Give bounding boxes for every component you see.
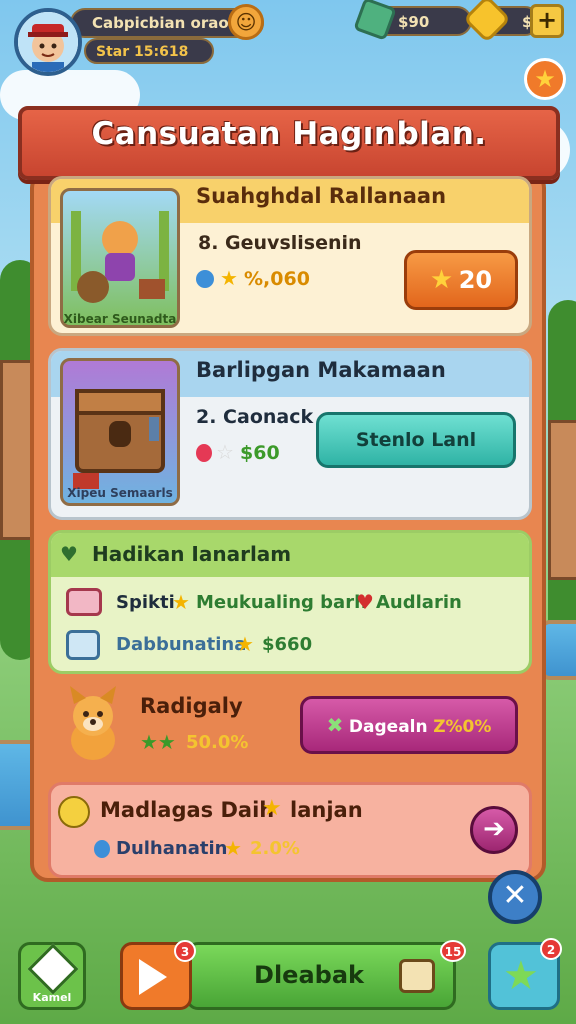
nav-main-label: Dleabak <box>254 961 364 989</box>
heart-drop-icon <box>196 444 212 462</box>
card4-action-button[interactable]: ✖ Dagealn Z%0% <box>300 696 518 754</box>
dog-icon <box>60 684 126 764</box>
card4-value: 50.0% <box>186 732 249 753</box>
dog-character-icon <box>71 211 169 303</box>
card5-value: 2.0% <box>250 838 300 859</box>
card1-reward: %,060 <box>244 268 310 290</box>
thumb-caption-2: Xipeu Semaarls <box>67 486 173 500</box>
star-icon: ★ <box>224 836 242 860</box>
card3-row1-label: Spikti <box>116 592 175 613</box>
heart-icon: ♥ <box>60 542 78 566</box>
card2-button-label: Stenlo Lanl <box>355 429 477 451</box>
smiley-icon <box>58 796 90 828</box>
card2-subtitle: 2. Caonack <box>196 406 314 428</box>
card1-claim-button[interactable]: ★ 20 <box>404 250 518 310</box>
card5-title: Madlagas Daih <box>100 798 275 822</box>
card1-button-label: 20 <box>458 266 493 294</box>
card4-button-label: Dagealn <box>348 717 428 737</box>
thumb-caption-1: Xibear Seunadta <box>63 312 177 326</box>
heart-icon: ♥ <box>356 590 374 614</box>
notification-badge: 15 <box>440 940 466 962</box>
star-clover-icon: ★ <box>503 953 539 999</box>
card2-action-button[interactable]: Stenlo Lanl <box>316 412 516 468</box>
card4-button-value: Z%0% <box>433 717 492 737</box>
bag-icon <box>399 959 435 993</box>
drop-icon <box>94 840 110 858</box>
notification-badge: 2 <box>540 938 562 960</box>
favorites-star-button[interactable]: ★ <box>524 58 566 100</box>
panel-title: Cansuatan Hagınblan. <box>91 116 487 152</box>
stars-icon: ★★ <box>140 730 176 754</box>
card3-title: Hadikan Ianarlam <box>92 542 292 566</box>
star-icon: ★ <box>429 265 454 295</box>
add-currency-button[interactable]: + <box>530 4 564 38</box>
card2-reward: $60 <box>240 442 280 464</box>
hammer-icon: ✖ <box>326 713 344 737</box>
map-icon <box>27 943 79 995</box>
drop-icon <box>196 270 214 288</box>
notification-badge: 3 <box>174 940 196 962</box>
avatar[interactable] <box>14 8 82 76</box>
treasure-chest-icon <box>73 389 165 489</box>
card3-row2-label: Dabbunatina <box>116 634 247 655</box>
card2-title: Barlipgan Makamaan <box>196 358 446 382</box>
nav-home-button[interactable]: Kamel <box>18 942 86 1010</box>
star-icon: ★ <box>262 796 282 821</box>
card3-row1-suffix: Audlarin <box>376 592 462 613</box>
star-icon: ★ <box>172 590 190 614</box>
pot-icon <box>66 588 102 616</box>
avatar-face-icon <box>18 12 78 72</box>
card4-title: Radigaly <box>140 694 243 718</box>
card1-subtitle: 8. Geuvslisenin <box>198 232 362 254</box>
emote-button[interactable]: ☺ <box>228 4 264 40</box>
star-icon: ★ <box>236 632 254 656</box>
quest-thumbnail-1 <box>60 188 180 328</box>
quest-card-5 <box>48 782 532 878</box>
nav-main-button[interactable]: Dleabak <box>186 942 456 1010</box>
card3-row2-value: $660 <box>262 634 313 655</box>
quest-thumbnail-2 <box>60 358 180 506</box>
house <box>548 420 576 580</box>
star-icon: ★ <box>220 266 238 290</box>
card5-arrow-button[interactable]: ➔ <box>470 806 518 854</box>
card1-title: Suahghdal Rallanaan <box>196 184 447 208</box>
card5-subtitle: Dulhanatin <box>116 838 228 859</box>
card5-title-suffix: lanjan <box>290 798 363 822</box>
nav-left-label: Kamel <box>32 991 72 1004</box>
scroll-icon <box>66 630 100 660</box>
player-stat: Star 15:618 <box>84 38 214 64</box>
play-icon <box>139 959 167 995</box>
star-outline-icon: ☆ <box>216 440 234 464</box>
close-button[interactable]: ✕ <box>488 870 542 924</box>
card3-row1-text: Meukualing barh <box>196 592 367 613</box>
